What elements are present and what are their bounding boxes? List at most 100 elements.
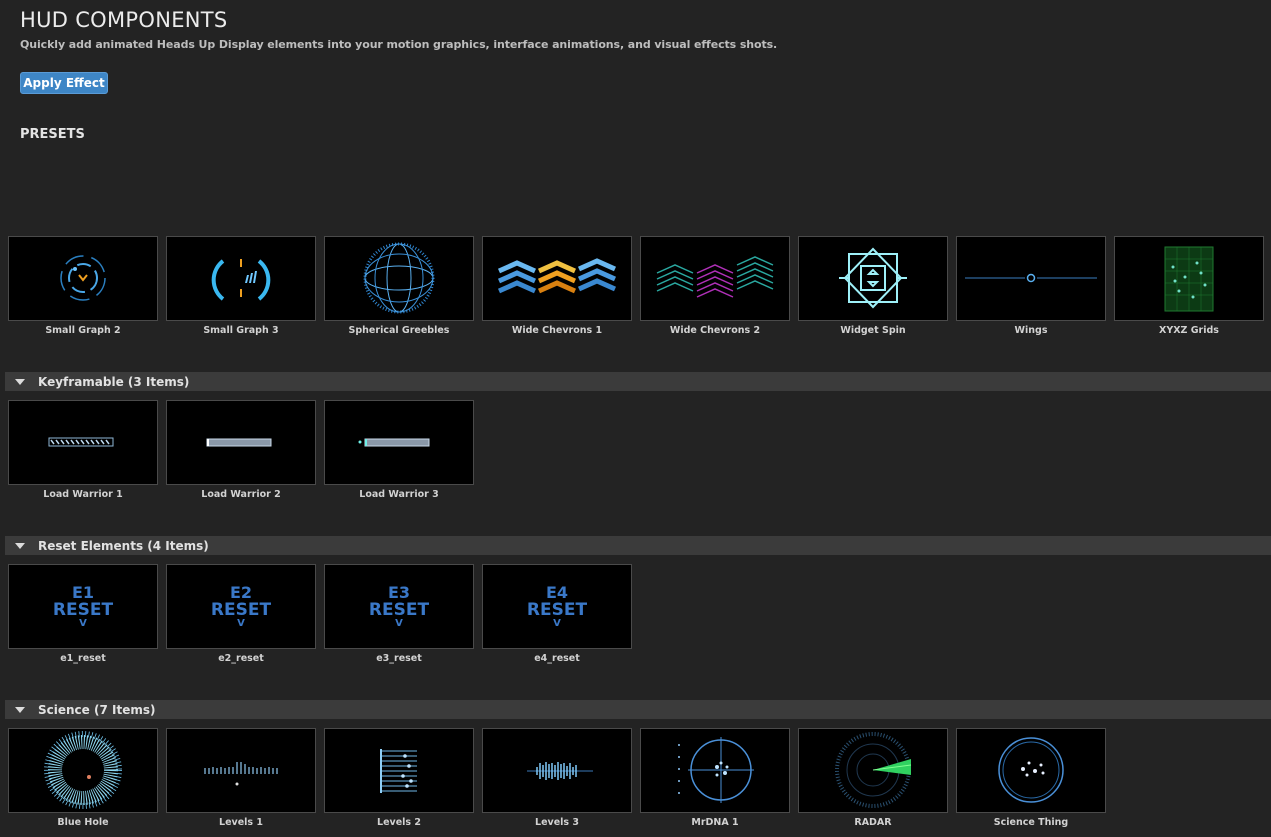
group-header-reset-elements[interactable]: Reset Elements (4 Items) <box>5 536 1271 555</box>
load-warrior-3-art <box>358 438 430 447</box>
group-header-science[interactable]: Science (7 Items) <box>5 700 1271 719</box>
preset-label: Blue Hole <box>57 817 109 828</box>
presets-heading: PRESETS <box>20 127 85 142</box>
reset-code: E4 <box>545 583 569 602</box>
preset-tile[interactable]: Wings <box>956 236 1106 336</box>
preset-thumbnail[interactable] <box>956 236 1106 321</box>
group-label: Keyframable (3 Items) <box>38 374 190 389</box>
page-header: HUD COMPONENTS Quickly add animated Head… <box>20 6 1250 51</box>
reset-code: E1 <box>71 583 95 602</box>
preset-label: Spherical Greebles <box>348 325 450 336</box>
preset-label: Load Warrior 3 <box>359 489 439 500</box>
preset-thumbnail[interactable]: E3 RESET V <box>324 564 474 649</box>
chevron-down-icon <box>15 542 25 549</box>
chevron-down-icon <box>15 378 25 385</box>
preset-label: Levels 1 <box>219 817 263 828</box>
reset-word: RESET <box>52 600 114 620</box>
preset-tile[interactable]: E2 RESET V e2_reset <box>166 564 316 664</box>
preset-tile[interactable]: XYXZ Grids <box>1114 236 1264 336</box>
load-warrior-1-art <box>48 437 114 447</box>
preset-label: Load Warrior 1 <box>43 489 123 500</box>
page-title: HUD COMPONENTS <box>20 8 228 32</box>
preset-thumbnail[interactable]: E4 RESET V <box>482 564 632 649</box>
apply-effect-button[interactable]: Apply Effect <box>20 72 108 94</box>
preset-label: Load Warrior 2 <box>201 489 281 500</box>
reset-mark: V <box>79 618 87 629</box>
widget-spin-art <box>839 247 907 309</box>
preset-tile[interactable]: RADAR <box>798 728 948 828</box>
preset-tile[interactable]: E3 RESET V e3_reset <box>324 564 474 664</box>
preset-label: MrDNA 1 <box>691 817 739 828</box>
preset-tile[interactable]: Levels 3 <box>482 728 632 828</box>
preset-tile[interactable]: Spherical Greebles <box>324 236 474 336</box>
preset-thumbnail[interactable] <box>798 236 948 321</box>
preset-thumbnail[interactable] <box>324 728 474 813</box>
preset-label: e1_reset <box>60 653 106 664</box>
small-graph-3-art <box>211 259 271 301</box>
preset-tile[interactable]: Wide Chevrons 1 <box>482 236 632 336</box>
reset-art: E3 RESET V <box>325 565 473 648</box>
preset-tile[interactable]: Load Warrior 2 <box>166 400 316 500</box>
xyxz-grids-art <box>1164 246 1214 312</box>
reset-mark: V <box>395 618 403 629</box>
wide-chevrons-2-art <box>656 256 774 298</box>
preset-tile[interactable]: E1 RESET V e1_reset <box>8 564 158 664</box>
preset-label: Science Thing <box>993 817 1069 828</box>
preset-label: Wide Chevrons 1 <box>511 325 603 336</box>
group-header-keyframable[interactable]: Keyframable (3 Items) <box>5 372 1271 391</box>
preset-tile[interactable]: Small Graph 2 <box>8 236 158 336</box>
preset-label: Widget Spin <box>840 325 906 336</box>
preset-label: e4_reset <box>534 653 580 664</box>
preset-tile[interactable]: E4 RESET V e4_reset <box>482 564 632 664</box>
spherical-greebles-art <box>363 242 435 314</box>
wide-chevrons-1-art <box>497 258 617 294</box>
preset-thumbnail[interactable] <box>1114 236 1264 321</box>
chevron-down-icon <box>15 706 25 713</box>
preset-thumbnail[interactable] <box>8 400 158 485</box>
preset-thumbnail[interactable] <box>482 728 632 813</box>
preset-label: RADAR <box>854 817 892 828</box>
preset-thumbnail[interactable]: E1 RESET V <box>8 564 158 649</box>
preset-thumbnail[interactable] <box>166 400 316 485</box>
reset-code: E2 <box>229 583 253 602</box>
preset-tile[interactable]: Widget Spin <box>798 236 948 336</box>
reset-art: E4 RESET V <box>483 565 631 648</box>
preset-thumbnail[interactable] <box>324 236 474 321</box>
preset-tile[interactable]: Levels 2 <box>324 728 474 828</box>
preset-label: Wings <box>1014 325 1048 336</box>
preset-thumbnail[interactable] <box>166 236 316 321</box>
preset-thumbnail[interactable] <box>8 236 158 321</box>
preset-tile[interactable]: Load Warrior 1 <box>8 400 158 500</box>
preset-tile[interactable]: Load Warrior 3 <box>324 400 474 500</box>
mrdna-1-art <box>678 737 754 803</box>
preset-label: Small Graph 3 <box>203 325 279 336</box>
preset-thumbnail[interactable] <box>482 236 632 321</box>
preset-tile[interactable]: Small Graph 3 <box>166 236 316 336</box>
preset-thumbnail[interactable] <box>324 400 474 485</box>
page-subtitle: Quickly add animated Heads Up Display el… <box>20 38 778 51</box>
reset-mark: V <box>553 618 561 629</box>
load-warrior-2-art <box>206 438 272 447</box>
preset-label: Levels 2 <box>377 817 421 828</box>
reset-word: RESET <box>526 600 588 620</box>
preset-thumbnail[interactable] <box>8 728 158 813</box>
preset-thumbnail[interactable] <box>166 728 316 813</box>
preset-tile[interactable]: MrDNA 1 <box>640 728 790 828</box>
preset-label: Small Graph 2 <box>45 325 121 336</box>
group-label: Reset Elements (4 Items) <box>38 538 209 553</box>
preset-thumbnail[interactable] <box>640 236 790 321</box>
reset-word: RESET <box>368 600 430 620</box>
levels-2-art <box>380 749 417 793</box>
preset-label: e3_reset <box>376 653 422 664</box>
preset-tile[interactable]: Blue Hole <box>8 728 158 828</box>
preset-thumbnail[interactable]: E2 RESET V <box>166 564 316 649</box>
preset-tile[interactable]: Science Thing <box>956 728 1106 828</box>
preset-tile[interactable]: Wide Chevrons 2 <box>640 236 790 336</box>
reset-art: E1 RESET V <box>9 565 157 648</box>
preset-thumbnail[interactable] <box>640 728 790 813</box>
preset-thumbnail[interactable] <box>798 728 948 813</box>
reset-mark: V <box>237 618 245 629</box>
preset-label: XYXZ Grids <box>1159 325 1219 336</box>
preset-tile[interactable]: Levels 1 <box>166 728 316 828</box>
preset-thumbnail[interactable] <box>956 728 1106 813</box>
